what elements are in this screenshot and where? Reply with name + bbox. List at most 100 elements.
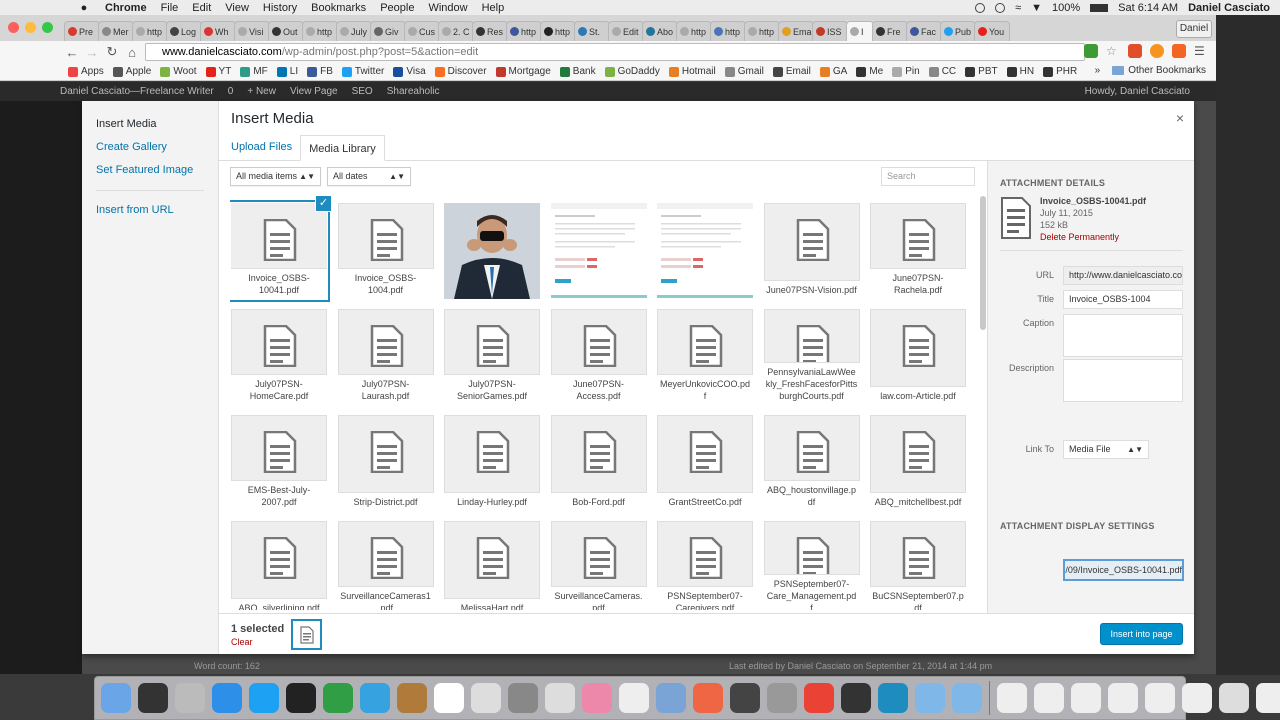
browser-tab[interactable]: Fac	[906, 21, 942, 41]
star-icon[interactable]: ☆	[1106, 44, 1120, 58]
tab-media-library[interactable]: Media Library	[300, 135, 385, 161]
bookmark-item[interactable]: HN	[1006, 66, 1034, 77]
dock-app-icon[interactable]	[841, 683, 871, 713]
attachment-item[interactable]: July07PSN-Laurash.pdf	[337, 309, 434, 405]
bookmark-item[interactable]: Hotmail	[668, 66, 716, 77]
dock-app-icon[interactable]	[1256, 683, 1280, 713]
dock-app-icon[interactable]	[1034, 683, 1064, 713]
dock-app-icon[interactable]	[693, 683, 723, 713]
home-button[interactable]: ⌂	[122, 45, 142, 60]
attachment-item[interactable]	[550, 203, 647, 299]
bookmark-item[interactable]: GA	[819, 66, 847, 77]
bookmark-item[interactable]: Mortgage	[495, 66, 551, 77]
dock-app-icon[interactable]	[360, 683, 390, 713]
title-field[interactable]: Invoice_OSBS-1004	[1063, 290, 1183, 309]
selected-check-icon[interactable]: ✓	[315, 195, 332, 212]
browser-tab[interactable]: http	[132, 21, 168, 41]
attachment-item[interactable]: MeyerUnkovicCOO.pdf	[657, 309, 753, 405]
dock-app-icon[interactable]	[323, 683, 353, 713]
dock-app-icon[interactable]	[175, 683, 205, 713]
dock-app-icon[interactable]	[730, 683, 760, 713]
address-bar[interactable]: www.danielcasciato.com/wp-admin/post.php…	[145, 43, 1085, 61]
back-button[interactable]: ←	[62, 45, 82, 60]
dock-app-icon[interactable]	[545, 683, 575, 713]
forward-button[interactable]: →	[82, 45, 102, 60]
wp-comments[interactable]: 0	[228, 86, 234, 97]
dock-app-icon[interactable]	[397, 683, 427, 713]
bookmark-item[interactable]: PHR	[1043, 66, 1077, 77]
dock-app-icon[interactable]	[286, 683, 316, 713]
browser-tab[interactable]: http	[710, 21, 746, 41]
browser-tab[interactable]: Cus	[404, 21, 440, 41]
bookmark-item[interactable]: LI	[276, 66, 298, 77]
dock-app-icon[interactable]	[434, 683, 464, 713]
menu-icon[interactable]: ☰	[1194, 44, 1208, 58]
battery-icon[interactable]	[1090, 3, 1109, 12]
filter-date-select[interactable]: All dates ▲▼	[327, 167, 411, 186]
media-search-input[interactable]: Search	[881, 167, 975, 186]
url-field[interactable]: http://www.danielcasciato.com/wp-content…	[1063, 266, 1183, 285]
bookmark-item[interactable]: Twitter	[341, 66, 384, 77]
bookmarks-overflow[interactable]: »	[1095, 65, 1101, 76]
browser-tab[interactable]: http	[540, 21, 576, 41]
dock-app-icon[interactable]	[508, 683, 538, 713]
filter-media-type-select[interactable]: All media items ▲▼	[230, 167, 321, 186]
wp-shareaholic[interactable]: Shareaholic	[387, 86, 440, 97]
delete-permanently-link[interactable]: Delete Permanently	[1040, 231, 1146, 243]
attachment-item[interactable]: ABQ_silverlining.pdf	[231, 521, 327, 610]
browser-tab[interactable]: Ema	[778, 21, 814, 41]
attachment-item[interactable]: GrantStreetCo.pdf	[657, 415, 753, 511]
profile-button[interactable]: Daniel	[1176, 20, 1212, 38]
browser-tab[interactable]: http	[302, 21, 338, 41]
clock[interactable]: Sat 6:14 AM	[1118, 2, 1178, 14]
attachment-item[interactable]: BuCSNSeptember07.pdf	[870, 521, 966, 610]
menu-bookmarks[interactable]: Bookmarks	[304, 2, 373, 14]
browser-tab[interactable]: Pre	[64, 21, 100, 41]
bookmark-item[interactable]: GoDaddy	[604, 66, 660, 77]
attachment-item[interactable]: Invoice_OSBS-1004.pdf	[337, 203, 434, 299]
dock-app-icon[interactable]	[656, 683, 686, 713]
dock-app-icon[interactable]	[997, 683, 1027, 713]
dock-app-icon[interactable]	[1108, 683, 1138, 713]
extension-icon[interactable]	[1150, 44, 1164, 58]
extension-icon[interactable]	[1128, 44, 1142, 58]
menubar-user[interactable]: Daniel Casciato	[1188, 2, 1270, 14]
browser-tab[interactable]: Fre	[872, 21, 908, 41]
menu-insert-from-url[interactable]: Insert from URL	[82, 199, 218, 222]
bookmark-item[interactable]: Apple	[112, 66, 151, 77]
wp-seo[interactable]: SEO	[352, 86, 373, 97]
browser-tab[interactable]: I	[846, 21, 874, 41]
attachment-item[interactable]	[444, 203, 540, 299]
attachment-item[interactable]: ABQ_houstonvillage.pdf	[763, 415, 860, 511]
battery-percent[interactable]: 100%	[1052, 2, 1080, 14]
bookmark-item[interactable]: Woot	[160, 66, 197, 77]
dock-app-icon[interactable]	[915, 683, 945, 713]
wp-howdy[interactable]: Howdy, Daniel Casciato	[1085, 86, 1190, 97]
attachment-item[interactable]: Strip-District.pdf	[337, 415, 434, 511]
dock-app-icon[interactable]	[1071, 683, 1101, 713]
attachment-item[interactable]: PSNSeptember07-Caregivers.pdf	[657, 521, 753, 610]
wp-site-name[interactable]: Daniel Casciato—Freelance Writer	[60, 86, 214, 97]
insert-into-page-button[interactable]: Insert into page	[1100, 623, 1183, 645]
record-icon[interactable]	[975, 2, 986, 13]
selection-thumbnail[interactable]	[291, 619, 322, 650]
browser-tab[interactable]: Wh	[200, 21, 236, 41]
menu-people[interactable]: People	[373, 2, 421, 14]
volume-icon[interactable]: ▼	[1031, 2, 1042, 14]
dock-app-icon[interactable]	[619, 683, 649, 713]
bookmark-item[interactable]: Discover	[434, 66, 487, 77]
link-to-select[interactable]: Media File ▲▼	[1063, 440, 1149, 459]
attachment-item[interactable]: June07PSN-Rachela.pdf	[870, 203, 966, 299]
browser-tab[interactable]: Pub	[940, 21, 976, 41]
dock-app-icon[interactable]	[582, 683, 612, 713]
description-field[interactable]	[1063, 359, 1183, 402]
bookmark-item[interactable]: CC	[928, 66, 956, 77]
dock-app-icon[interactable]	[212, 683, 242, 713]
menu-create-gallery[interactable]: Create Gallery	[82, 136, 218, 159]
menu-window[interactable]: Window	[421, 2, 474, 14]
dock-app-icon[interactable]	[101, 683, 131, 713]
attachment-item[interactable]	[657, 203, 753, 299]
other-bookmarks[interactable]: » Other Bookmarks	[1095, 65, 1206, 76]
browser-tab[interactable]: http	[676, 21, 712, 41]
menu-app-name[interactable]: Chrome	[98, 2, 154, 14]
